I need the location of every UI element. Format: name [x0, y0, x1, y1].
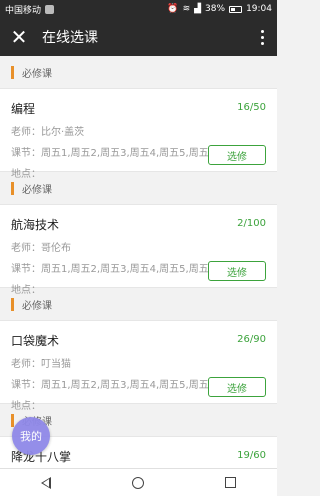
select-course-button[interactable]: 选修	[208, 145, 266, 165]
section-marker	[11, 413, 14, 427]
more-vertical-icon[interactable]	[247, 18, 277, 56]
battery-icon	[229, 5, 243, 13]
section-marker	[11, 181, 14, 195]
enrollment-count: 26/90	[237, 334, 266, 345]
app-bar: ✕ 在线选课	[0, 18, 277, 56]
carrier-label: 中国移动	[5, 5, 42, 16]
section-marker	[11, 297, 14, 311]
enrollment-count: 16/50	[237, 102, 266, 113]
course-card[interactable]: 航海技术 2/100 老师：哥伦布 课节：周五1,周五2,周五3,周五4,周五5…	[0, 204, 277, 296]
nav-back-icon[interactable]	[26, 469, 66, 496]
enrollment-count: 2/100	[237, 218, 266, 229]
course-teacher: 老师：哥伦布	[11, 243, 71, 254]
course-card[interactable]: 口袋魔术 26/90 老师：叮当猫 课节：周五1,周五2,周五3,周五4,周五5…	[0, 320, 277, 412]
section-title: 必修课	[22, 300, 52, 312]
select-course-button[interactable]: 选修	[208, 261, 266, 281]
notification-app-icon	[45, 4, 55, 14]
course-card[interactable]: 编程 16/50 老师：比尔·盖茨 课节：周五1,周五2,周五3,周五4,周五5…	[0, 88, 277, 180]
nav-home-icon[interactable]	[118, 469, 158, 496]
signal-icon: ▟	[194, 3, 202, 14]
section-title: 必修课	[22, 68, 52, 80]
wifi-icon: ≋	[182, 3, 191, 14]
course-location: 地点：	[11, 285, 41, 296]
enrollment-count: 19/60	[237, 450, 266, 461]
status-bar: 中国移动 ⏰ ≋ ▟ 38% 19:04	[0, 0, 277, 18]
section-header: 必修课	[0, 56, 277, 88]
alarm-icon: ⏰	[167, 3, 179, 14]
close-icon[interactable]: ✕	[0, 18, 38, 56]
nav-recents-icon[interactable]	[211, 469, 251, 496]
section-marker	[11, 65, 14, 79]
course-location: 地点：	[11, 401, 41, 412]
page-title: 在线选课	[42, 30, 98, 46]
section-title: 必修课	[22, 184, 52, 196]
course-location: 地点：	[11, 169, 41, 180]
course-list[interactable]: 必修课 编程 16/50 老师：比尔·盖茨 课节：周五1,周五2,周五3,周五4…	[0, 56, 277, 468]
course-teacher: 老师：比尔·盖茨	[11, 127, 85, 138]
clock: 19:04	[246, 4, 272, 14]
battery-percent: 38%	[205, 4, 226, 14]
select-course-button[interactable]: 选修	[208, 377, 266, 397]
system-nav-bar	[0, 468, 277, 496]
course-teacher: 老师：叮当猫	[11, 359, 71, 370]
my-courses-fab[interactable]: 我的	[12, 417, 50, 455]
